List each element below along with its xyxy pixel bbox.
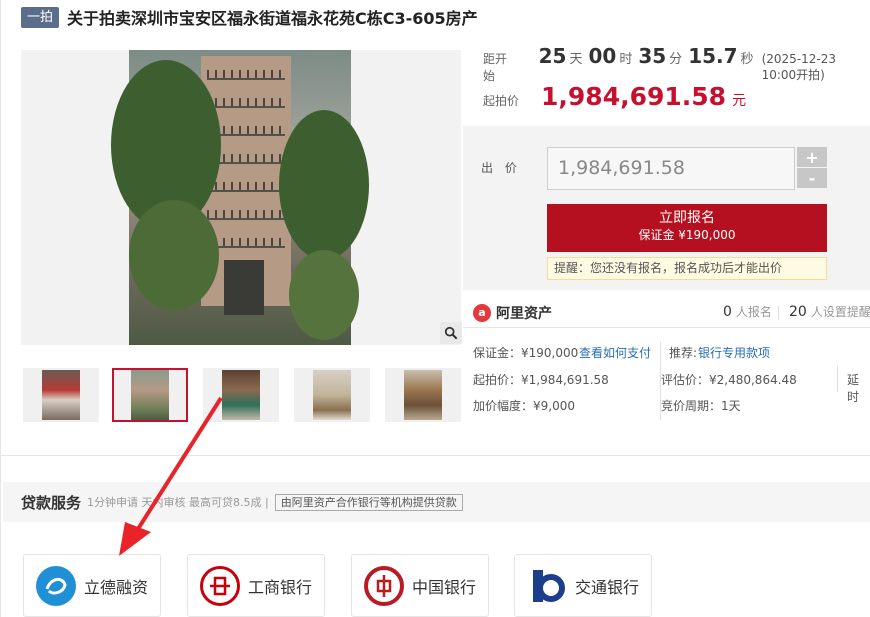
start-price-label: 起拍价 <box>483 94 520 108</box>
auction-round-tag: 一拍 <box>21 6 60 28</box>
loan-provider-note[interactable]: 由阿里资产合作银行等机构提供贷款 <box>274 493 463 511</box>
bid-cycle-info: 竞价周期：1天 <box>661 399 741 413</box>
appraisal-price-info: 评估价：¥2,480,864.48 <box>661 373 797 387</box>
registered-count: 0 人报名 <box>723 303 772 320</box>
magnifier-icon <box>444 326 458 340</box>
bid-label: 出 价 <box>481 161 521 175</box>
countdown-minutes: 35 <box>638 44 667 68</box>
apply-now-button[interactable]: 立即报名 保证金 ¥190,000 <box>547 204 827 252</box>
bank-loan-link[interactable]: 银行专用款项 <box>698 344 770 361</box>
bid-panel: 出 价 1,984,691.58 + - 立即报名 保证金 ¥190,000 提… <box>463 126 870 290</box>
thumbnail-strip <box>23 368 463 422</box>
decrease-bid-button[interactable]: - <box>797 168 827 188</box>
countdown: 距开始 25 天 00 时 35 分 15.7 秒 (2025-12-23 10… <box>483 44 870 84</box>
start-time: (2025-12-23 10:00开拍) <box>761 52 836 82</box>
main-photo[interactable] <box>21 50 461 345</box>
recommend-label: 推荐: <box>669 346 698 360</box>
reminder-number: 20 <box>789 304 807 320</box>
apply-label: 立即报名 <box>659 210 715 226</box>
days-unit: 天 <box>569 52 583 67</box>
ali-assets-logo: a 阿里资产 <box>473 303 552 323</box>
delay-info: 延时 <box>847 373 860 404</box>
loan-title: 贷款服务 <box>21 493 82 512</box>
building-photo <box>111 50 369 345</box>
title-row: 一拍 关于拍卖深圳市宝安区福永街道福永花苑C栋C3-605房产 <box>21 5 478 29</box>
bank-icbc[interactable]: 工商银行 <box>187 554 325 617</box>
bank-name: 工商银行 <box>248 577 313 597</box>
start-price-row: 起拍价 1,984,691.58 元 <box>483 82 746 111</box>
bank-bocom[interactable]: 交通银行 <box>514 554 652 617</box>
registered-label: 人报名 <box>735 305 772 319</box>
start-price-info: 起拍价：¥1,984,691.58 <box>473 373 609 387</box>
thumbnail-5[interactable] <box>385 368 461 422</box>
boc-logo-icon <box>364 565 404 606</box>
start-price-unit: 元 <box>732 93 747 109</box>
ali-logo-text: 阿里资产 <box>496 305 552 322</box>
seconds-unit: 秒 <box>740 52 754 67</box>
bank-name: 中国银行 <box>412 577 477 597</box>
bocom-logo-icon <box>527 565 567 606</box>
bid-amount-input[interactable]: 1,984,691.58 <box>547 147 795 190</box>
registered-number: 0 <box>723 304 732 320</box>
deposit-label: 保证金 ¥190,000 <box>638 228 736 242</box>
loan-service-bar: 贷款服务 1分钟申请 天内审核 最高可贷8.5成 | 由阿里资产合作银行等机构提… <box>3 482 870 522</box>
countdown-days: 25 <box>538 44 567 68</box>
lide-logo-icon <box>36 565 76 606</box>
loan-subtitle: 1分钟申请 天内审核 最高可贷8.5成 | <box>87 496 269 509</box>
hours-unit: 时 <box>619 52 633 67</box>
minutes-unit: 分 <box>669 52 683 67</box>
bank-boc[interactable]: 中国银行 <box>351 554 489 617</box>
increase-bid-button[interactable]: + <box>797 147 827 167</box>
ali-assets-row: a 阿里资产 0 人报名 20 人设置提醒 <box>463 298 870 328</box>
register-reminder: 提醒：您还没有报名，报名成功后才能出价 <box>547 257 827 280</box>
ali-logo-icon: a <box>473 303 491 322</box>
auction-page: 一拍 关于拍卖深圳市宝安区福永街道福永花苑C栋C3-605房产 距开始 25 天… <box>0 0 870 617</box>
thumbnail-4[interactable] <box>294 368 370 422</box>
icbc-logo-icon <box>200 565 240 606</box>
how-to-pay-link[interactable]: 查看如何支付 <box>579 344 651 361</box>
bank-lide[interactable]: 立德融资 <box>23 554 161 617</box>
countdown-label: 距开始 <box>483 52 508 83</box>
start-price-value: 1,984,691.58 <box>541 82 727 111</box>
page-title: 关于拍卖深圳市宝安区福永街道福永花苑C栋C3-605房产 <box>67 9 478 28</box>
bank-name: 交通银行 <box>575 577 640 597</box>
bank-name: 立德融资 <box>84 577 149 597</box>
increment-info: 加价幅度：¥9,000 <box>473 399 575 413</box>
thumbnail-2[interactable] <box>112 368 188 422</box>
zoom-button[interactable] <box>440 322 462 344</box>
thumbnail-3[interactable] <box>203 368 279 422</box>
countdown-hours: 00 <box>588 44 617 68</box>
reminder-count: 20 人设置提醒 <box>789 303 870 320</box>
reminder-label: 人设置提醒 <box>810 305 870 319</box>
countdown-seconds: 15.7 <box>688 44 738 68</box>
thumbnail-1[interactable] <box>23 368 99 422</box>
deposit-info: 保证金：¥190,000 <box>473 346 579 360</box>
